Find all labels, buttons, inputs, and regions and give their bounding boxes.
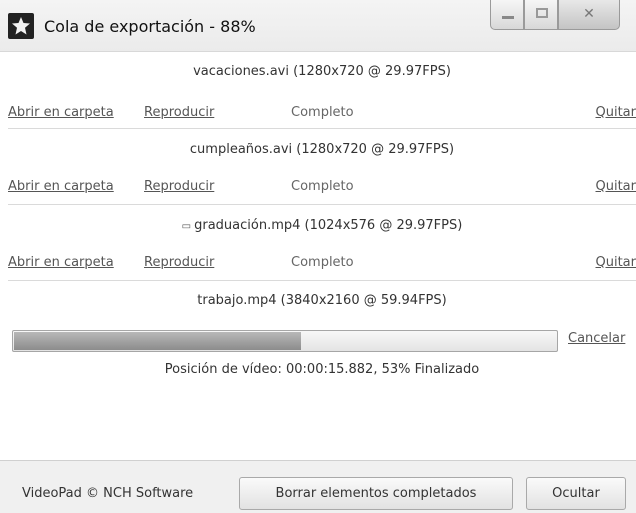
item-filename: vacaciones.avi (1280x720 @ 29.97FPS) [193,64,451,79]
hide-button[interactable]: Ocultar [526,477,626,510]
play-link[interactable]: Reproducir [144,105,214,120]
remove-link[interactable]: Quitar [596,255,636,270]
minimize-button[interactable] [490,0,524,30]
queue-item: vacaciones.avi (1280x720 @ 29.97FPS) Abr… [8,52,636,129]
file-type-icon: ▭ [181,221,192,232]
window-controls: ✕ [490,0,620,40]
maximize-button[interactable] [524,0,558,30]
export-progress-bar [12,330,558,352]
clear-completed-button[interactable]: Borrar elementos completados [239,477,513,510]
footer-bar: VideoPad © NCH Software Borrar elementos… [0,460,636,513]
videopad-app-icon [8,13,34,39]
status-text: Completo [291,105,354,120]
play-link[interactable]: Reproducir [144,255,214,270]
cancel-link[interactable]: Cancelar [568,331,625,346]
close-icon: ✕ [583,6,595,22]
remove-link[interactable]: Quitar [596,105,636,120]
open-folder-link[interactable]: Abrir en carpeta [8,255,114,270]
video-position-text: Posición de vídeo: 00:00:15.882, 53% Fin… [164,362,480,377]
remove-link[interactable]: Quitar [596,179,636,194]
minimize-icon [502,16,514,19]
status-text: Completo [291,255,354,270]
title-bar: Cola de exportación - 88% ✕ [0,0,636,52]
item-filename: cumpleaños.avi (1280x720 @ 29.97FPS) [189,142,455,157]
current-filename: trabajo.mp4 (3840x2160 @ 59.94FPS) [197,293,447,308]
open-folder-link[interactable]: Abrir en carpeta [8,179,114,194]
open-folder-link[interactable]: Abrir en carpeta [8,105,114,120]
queue-item: cumpleaños.avi (1280x720 @ 29.97FPS) Abr… [8,129,636,205]
status-text: Completo [291,179,354,194]
close-button[interactable]: ✕ [558,0,620,30]
maximize-icon [536,8,548,18]
play-link[interactable]: Reproducir [144,179,214,194]
window-title: Cola de exportación - 88% [44,17,256,36]
queue-item: ▭ graduación.mp4 (1024x576 @ 29.97FPS) Ab… [8,205,636,281]
progress-fill [14,332,301,350]
copyright-text: VideoPad © NCH Software [22,486,194,501]
item-filename-row: ▭ graduación.mp4 (1024x576 @ 29.97FPS) [8,218,636,233]
item-filename: graduación.mp4 (1024x576 @ 29.97FPS) [194,218,463,233]
